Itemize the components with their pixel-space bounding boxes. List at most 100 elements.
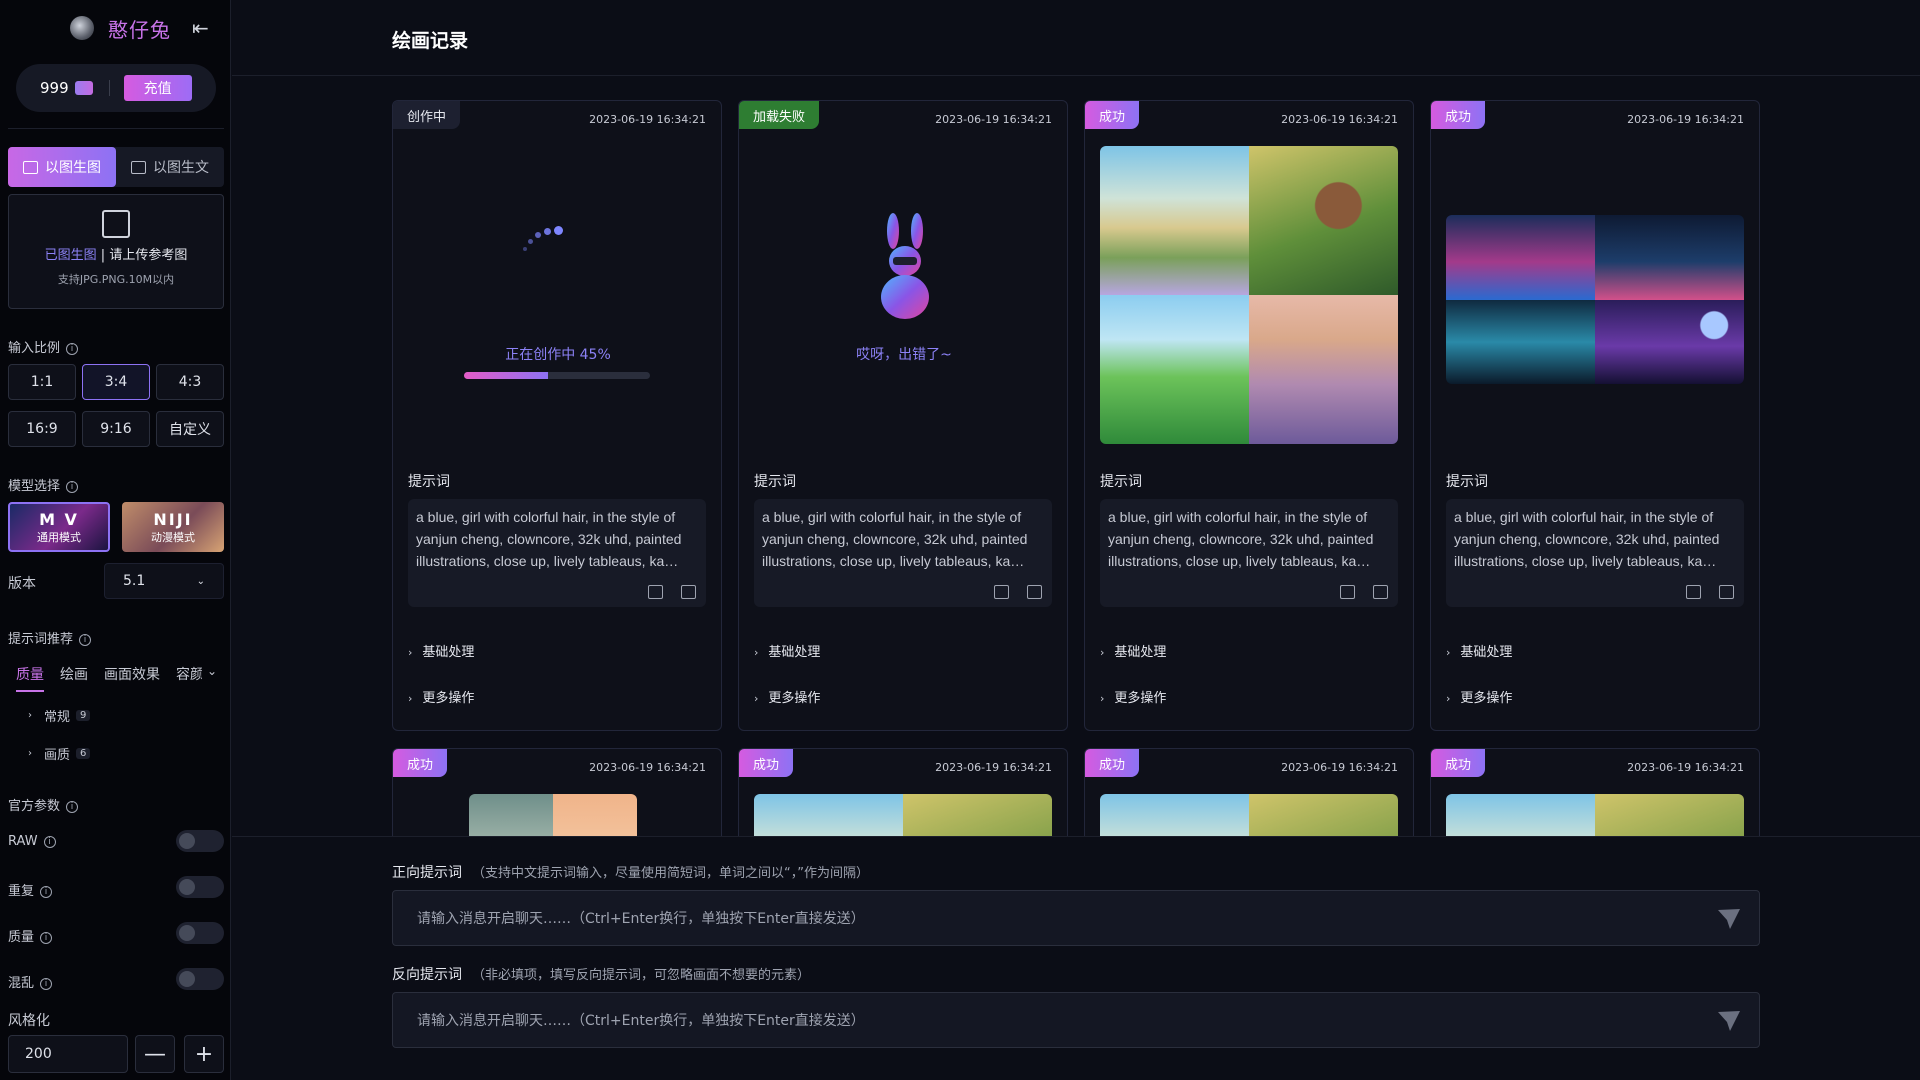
error-text: 哎呀，出错了~: [856, 347, 952, 363]
more-actions[interactable]: › 更多操作: [408, 687, 474, 706]
chevron-down-icon[interactable]: ⌄: [207, 664, 217, 678]
official-params-text: 官方参数: [8, 799, 61, 814]
toggle-repeat[interactable]: [176, 876, 224, 898]
prompt-label: 提示词: [1446, 474, 1488, 490]
positive-prompt-input[interactable]: 请输入消息开启聊天……（Ctrl+Enter换行，单独按下Enter直接发送）: [392, 890, 1760, 946]
prompt-label: 提示词: [1100, 474, 1142, 490]
toggle-raw[interactable]: [176, 830, 224, 852]
save-icon[interactable]: [1719, 585, 1734, 599]
model-subtitle: 通用模式: [37, 530, 81, 544]
model-niji[interactable]: NIJI 动漫模式: [122, 502, 224, 552]
generated-image[interactable]: [1249, 295, 1398, 444]
toggle-label-text: 混乱: [8, 976, 35, 991]
info-icon[interactable]: i: [43, 835, 56, 848]
generated-image[interactable]: [1100, 295, 1249, 444]
chevron-right-icon: ›: [1446, 646, 1451, 659]
balance-amount: 999: [40, 79, 69, 97]
ratio-custom[interactable]: 自定义: [156, 411, 224, 447]
upload-image-icon: [102, 210, 130, 238]
more-actions[interactable]: › 更多操作: [754, 687, 820, 706]
stylize-input[interactable]: 200: [8, 1035, 128, 1073]
generated-image[interactable]: [1446, 299, 1595, 384]
toggle-chaos[interactable]: [176, 968, 224, 990]
chevron-right-icon: ›: [408, 692, 413, 705]
prompt-rec-label-text: 提示词推荐: [8, 632, 74, 647]
ratio-1-1[interactable]: 1:1: [8, 364, 76, 400]
tab-painting[interactable]: 绘画: [60, 664, 88, 692]
page-title: 绘画记录: [392, 30, 469, 52]
stylize-minus-button[interactable]: —: [135, 1035, 175, 1073]
tab-appearance[interactable]: 容颜: [176, 664, 202, 692]
basic-processing[interactable]: › 基础处理: [1446, 641, 1512, 660]
info-icon[interactable]: i: [66, 342, 79, 355]
coin-icon: [74, 81, 93, 95]
more-actions[interactable]: › 更多操作: [1446, 687, 1512, 706]
ratio-9-16[interactable]: 9:16: [82, 411, 150, 447]
toggle-label-chaos: 混乱 i: [8, 972, 53, 991]
info-icon[interactable]: i: [66, 800, 79, 813]
copy-icon[interactable]: [1340, 585, 1355, 599]
basic-processing[interactable]: › 基础处理: [754, 641, 820, 660]
send-icon[interactable]: [1717, 908, 1741, 930]
info-icon[interactable]: i: [40, 977, 53, 990]
recharge-button[interactable]: 充值: [123, 75, 192, 101]
stylize-plus-button[interactable]: +: [184, 1035, 224, 1073]
chevron-right-icon: ›: [28, 748, 32, 759]
info-icon[interactable]: i: [40, 931, 53, 944]
generated-image[interactable]: [1100, 146, 1249, 295]
info-icon[interactable]: i: [79, 633, 92, 646]
save-icon[interactable]: [1373, 585, 1388, 599]
status-badge: 加载失败: [739, 101, 820, 129]
tree-count: 6: [76, 748, 91, 759]
upload-area[interactable]: 已图生图 | 请上传参考图 支持JPG.PNG.10M以内: [8, 194, 224, 309]
model-mv[interactable]: M V 通用模式: [8, 502, 110, 552]
generated-image[interactable]: [1446, 215, 1595, 300]
tree-item-quality[interactable]: › 画质 6: [28, 744, 91, 763]
tree-item-general[interactable]: › 常规 9: [28, 706, 91, 725]
toggle-label-text: RAW: [8, 834, 38, 849]
ratio-16-9[interactable]: 16:9: [8, 411, 76, 447]
ratio-4-3[interactable]: 4:3: [156, 364, 224, 400]
generated-image[interactable]: [1595, 299, 1744, 384]
timestamp: 2023-06-19 16:34:21: [1627, 113, 1744, 126]
toggle-quality[interactable]: [176, 922, 224, 944]
info-icon[interactable]: i: [40, 885, 53, 898]
tab-label: 以图生文: [153, 160, 209, 176]
send-icon[interactable]: [1717, 1010, 1741, 1032]
tab-effect[interactable]: 画面效果: [104, 664, 160, 692]
basic-processing[interactable]: › 基础处理: [1100, 641, 1166, 660]
prompt-box: a blue, girl with colorful hair, in the …: [1100, 499, 1398, 607]
copy-icon[interactable]: [1686, 585, 1701, 599]
prompt-label: 提示词: [408, 474, 450, 490]
ratio-3-4[interactable]: 3:4: [82, 364, 150, 400]
more-actions[interactable]: › 更多操作: [1100, 687, 1166, 706]
tab-quality[interactable]: 质量: [16, 664, 44, 692]
generated-image[interactable]: [1595, 215, 1744, 300]
negative-prompt-input[interactable]: 请输入消息开启聊天……（Ctrl+Enter换行，单独按下Enter直接发送）: [392, 992, 1760, 1048]
upload-prompt: 请上传参考图: [109, 248, 188, 263]
tab-image-to-image[interactable]: 以图生图: [8, 147, 116, 187]
loading-spinner-icon: [523, 225, 563, 255]
image-grid[interactable]: [1446, 215, 1744, 384]
image-grid[interactable]: [1100, 146, 1398, 444]
collapse-sidebar-icon[interactable]: ⇤: [192, 16, 209, 40]
version-select[interactable]: 5.1 ⌄: [104, 563, 224, 599]
copy-icon[interactable]: [994, 585, 1009, 599]
save-icon[interactable]: [1027, 585, 1042, 599]
generated-image[interactable]: [1249, 146, 1398, 295]
copy-icon[interactable]: [648, 585, 663, 599]
save-icon[interactable]: [681, 585, 696, 599]
tree-count: 9: [76, 710, 91, 721]
tab-image-to-text[interactable]: 以图生文: [116, 147, 224, 187]
prompt-composer: 正向提示词 （支持中文提示词输入，尽量使用简短词，单词之间以“，”作为间隔） 请输…: [232, 837, 1920, 1080]
prompt-tabs: 质量 绘画 画面效果 容颜: [16, 664, 202, 692]
brand[interactable]: 憨仔兔: [70, 14, 171, 42]
basic-processing[interactable]: › 基础处理: [408, 641, 474, 660]
toggle-label-text: 重复: [8, 884, 35, 899]
toggle-label-quality: 质量 i: [8, 926, 53, 945]
brand-name: 憨仔兔: [108, 17, 171, 42]
status-badge: 成功: [739, 749, 794, 777]
basic-processing-label: 基础处理: [422, 645, 475, 660]
info-icon[interactable]: i: [66, 480, 79, 493]
toggle-label-text: 质量: [8, 930, 35, 945]
